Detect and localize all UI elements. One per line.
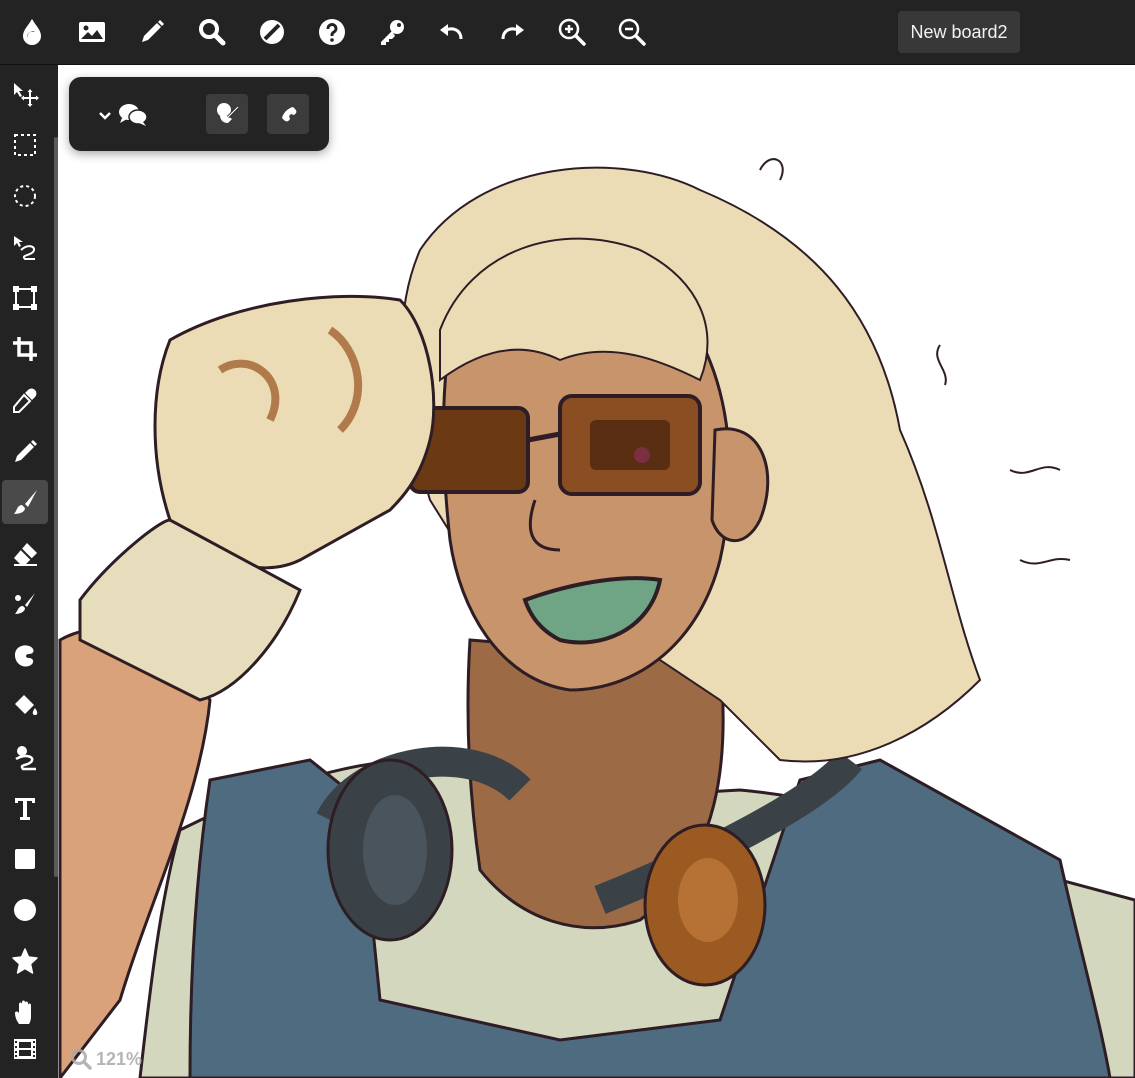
help-icon[interactable]: [308, 8, 356, 56]
paint-bucket-icon: [15, 695, 38, 715]
transform-icon: [13, 286, 37, 310]
undo-icon[interactable]: [428, 8, 476, 56]
smudge-tool[interactable]: [2, 582, 48, 626]
fill-tool[interactable]: [2, 684, 48, 728]
eraser-icon: [14, 543, 37, 566]
blend-tool[interactable]: [2, 633, 48, 677]
tool-sidebar: [0, 65, 58, 1078]
pen-tool[interactable]: [2, 429, 48, 473]
lasso-fill-icon: [15, 746, 36, 771]
brush-tool[interactable]: [2, 480, 48, 524]
chat-bubbles-icon: [119, 104, 148, 126]
move-tool[interactable]: [2, 72, 48, 116]
image-icon[interactable]: [68, 8, 116, 56]
rect-select-tool[interactable]: [2, 123, 48, 167]
contrast-icon[interactable]: [248, 8, 296, 56]
zoom-out-icon[interactable]: [608, 8, 656, 56]
voice-mute-button[interactable]: [206, 94, 248, 134]
smudge-icon: [15, 593, 35, 614]
key-icon[interactable]: [368, 8, 416, 56]
lasso-icon: [14, 236, 35, 260]
text-tool[interactable]: [2, 786, 48, 830]
pencil-icon[interactable]: [128, 8, 176, 56]
artwork: [58, 158, 1135, 1078]
film-strip-icon: [14, 1039, 36, 1059]
zoom-in-icon[interactable]: [548, 8, 596, 56]
text-icon: [15, 798, 35, 820]
frames-tool[interactable]: [2, 1027, 48, 1071]
magnifier-icon: [71, 1049, 92, 1070]
logo-icon[interactable]: [8, 8, 56, 56]
star-tool[interactable]: [2, 939, 48, 983]
chat-toggle-button[interactable]: [97, 95, 161, 135]
ellipse-tool[interactable]: [2, 888, 48, 932]
rectangle-tool[interactable]: [2, 837, 48, 881]
lasso-tool[interactable]: [2, 225, 48, 269]
eraser-tool[interactable]: [2, 531, 48, 575]
chat-panel: [69, 77, 329, 151]
board-name-button[interactable]: New board2: [898, 11, 1020, 53]
zoom-level-label: 121%: [96, 1048, 143, 1069]
circle-icon: [14, 899, 36, 921]
ellipse-select-icon: [14, 185, 36, 207]
phone-icon: [282, 107, 297, 122]
star-icon: [12, 948, 38, 974]
search-icon[interactable]: [188, 8, 236, 56]
brush-icon: [14, 490, 37, 514]
hand-icon: [15, 1000, 31, 1024]
rectangle-icon: [15, 849, 35, 869]
blend-icon: [15, 645, 34, 667]
zoom-indicator: 121%: [70, 1045, 142, 1073]
move-icon: [14, 83, 39, 107]
rect-select-icon: [14, 134, 36, 156]
eyedropper-icon: [13, 388, 37, 413]
lasso-fill-tool[interactable]: [2, 735, 48, 779]
transform-tool[interactable]: [2, 276, 48, 320]
chevron-down-icon: [99, 112, 111, 120]
muted-speaker-icon: [217, 103, 240, 123]
redo-icon[interactable]: [488, 8, 536, 56]
drawing-canvas[interactable]: [58, 65, 1135, 1078]
call-button[interactable]: [267, 94, 309, 134]
ellipse-select-tool[interactable]: [2, 174, 48, 218]
pen-icon: [15, 440, 37, 462]
crop-icon: [13, 337, 37, 361]
top-toolbar: New board2: [0, 0, 1135, 65]
crop-tool[interactable]: [2, 327, 48, 371]
eyedropper-tool[interactable]: [2, 378, 48, 422]
